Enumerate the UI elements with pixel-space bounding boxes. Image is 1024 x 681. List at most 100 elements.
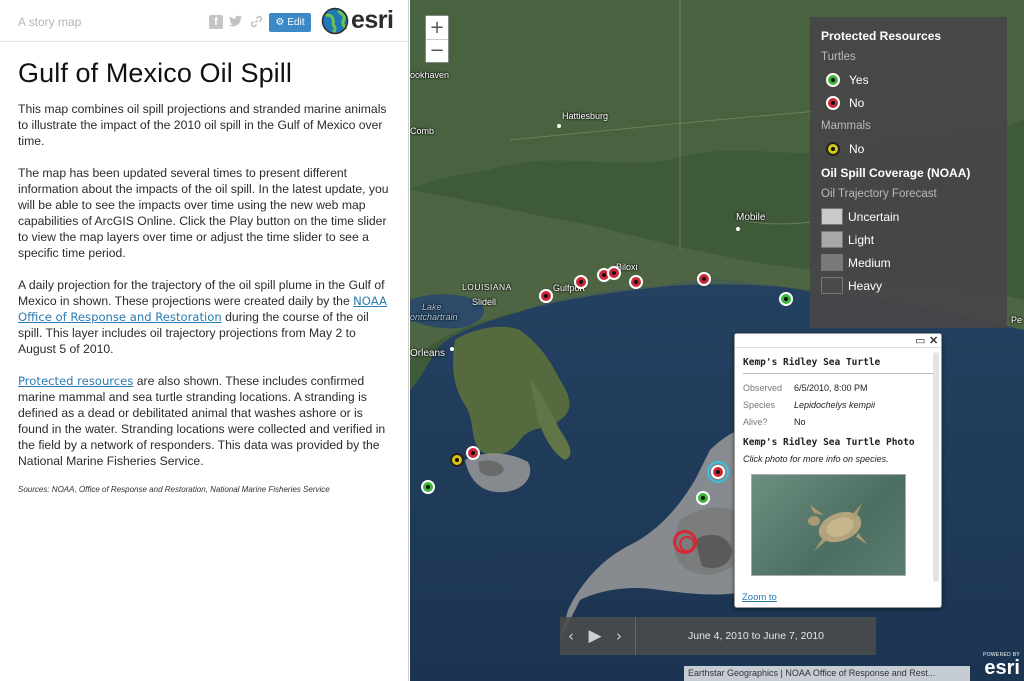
map-attribution: Earthstar Geographics | NOAA Office of R… [684,666,970,681]
popup-media-title: Kemp's Ridley Sea Turtle Photo [743,437,915,448]
side-panel: A story map f ⚙ Edit esri Gulf of Mexico… [0,0,409,681]
edit-label: Edit [287,17,305,28]
place-label-pontchartrain: ontchartrain [410,312,458,322]
attr-label: Species [743,400,776,410]
turtle-green-icon [826,72,840,87]
projection-text-before: A daily projection for the trajectory of… [18,278,385,308]
facebook-icon[interactable]: f [209,15,223,29]
story-map-app: A story map f ⚙ Edit esri Gulf of Mexico… [0,0,1024,681]
turtle-marker[interactable] [696,491,710,505]
gear-icon: ⚙ [275,17,285,28]
legend-row-light: Light [821,228,996,251]
selected-turtle-marker[interactable] [707,461,729,483]
esri-logo[interactable]: esri [321,6,394,35]
map-legend: Protected Resources Turtles Yes No Mamma… [810,17,1007,328]
esri-map-logo: esri [984,657,1020,679]
sources-note: Sources: NOAA, Office of Response and Re… [18,485,330,494]
popup-titlebar: ▭ ✕ [735,334,941,348]
zoom-control: + − [425,15,449,63]
legend-label: Uncertain [848,209,900,224]
popup-caption: Click photo for more info on species. [743,454,889,464]
page-title: Gulf of Mexico Oil Spill [18,58,292,88]
legend-row-medium: Medium [821,251,996,274]
zoom-out-button[interactable]: − [426,39,448,62]
play-button[interactable]: ▶ [584,626,606,646]
turtle-marker[interactable] [539,289,553,303]
legend-row-turtle-yes: Yes [821,68,996,91]
attr-row-species: Species Lepidochelys kempii [743,397,933,414]
paragraph-protected: Protected resources are also shown. Thes… [18,373,390,469]
attr-value: 6/5/2010, 8:00 PM [794,383,868,393]
swatch-medium [821,254,843,271]
feature-popup: ▭ ✕ Kemp's Ridley Sea Turtle Observed 6/… [734,333,942,608]
story-body: Gulf of Mexico Oil Spill This map combin… [0,42,408,494]
legend-label: No [849,95,865,110]
place-label-pe: Pe [1011,315,1023,325]
place-label-lake: Lake [422,302,442,312]
place-label-slidell: Slidell [472,297,497,307]
popup-content: Kemp's Ridley Sea Turtle Observed 6/5/20… [735,348,941,576]
cluster-target-marker[interactable] [673,530,697,554]
globe-icon [321,7,349,34]
city-dot [557,124,561,128]
turtle-marker[interactable] [629,275,643,289]
swatch-uncertain [821,208,843,225]
attr-value: Lepidochelys kempii [794,400,876,410]
turtle-marker[interactable] [466,446,480,460]
city-dot [450,347,454,351]
legend-heading-oil: Oil Spill Coverage (NOAA) [821,166,971,180]
paragraph-projection: A daily projection for the trajectory of… [18,277,390,357]
link-icon[interactable] [249,15,263,29]
legend-row-heavy: Heavy [821,274,996,297]
close-icon[interactable]: ✕ [929,334,938,348]
map-view[interactable]: ookhaven Hattiesburg Comb Mobile Biloxi … [410,0,1024,681]
protected-text: are also shown. These includes confirmed… [18,374,386,468]
attr-value: No [794,417,806,427]
story-header: A story map f ⚙ Edit esri [0,0,408,42]
legend-sub-forecast: Oil Trajectory Forecast [821,188,937,200]
mammal-yellow-icon [826,141,840,156]
powered-by-esri[interactable]: POWERED BY esri [983,652,1020,678]
turtle-photo[interactable] [751,474,906,576]
city-dot [736,227,740,231]
paragraph-updates: The map has been updated several times t… [18,166,389,260]
place-label-hattiesburg: Hattiesburg [562,111,609,121]
legend-label: Light [848,232,875,247]
attr-row-alive: Alive? No [743,414,933,431]
place-label-louisiana: LOUISIANA [462,282,512,292]
protected-resources-link[interactable]: Protected resources [18,374,133,388]
attr-label: Alive? [743,417,768,427]
previous-button[interactable]: ‹ [562,627,580,645]
turtle-marker[interactable] [697,272,711,286]
legend-label: No [849,141,865,156]
turtle-marker[interactable] [779,292,793,306]
swatch-light [821,231,843,248]
legend-sub-turtles: Turtles [821,51,856,63]
place-label-orleans: Orleans [410,348,446,359]
legend-label: Heavy [848,278,883,293]
time-range-label: June 4, 2010 to June 7, 2010 [635,617,876,655]
legend-row-mammal-no: No [821,137,996,160]
attr-row-observed: Observed 6/5/2010, 8:00 PM [743,380,933,397]
maximize-icon[interactable]: ▭ [915,334,925,348]
turtle-marker[interactable] [574,275,588,289]
attr-label: Observed [743,383,783,393]
zoom-to-link[interactable]: Zoom to [742,592,777,603]
twitter-icon[interactable] [229,15,243,29]
time-slider: ‹ ▶ › June 4, 2010 to June 7, 2010 [560,617,876,655]
next-button[interactable]: › [610,627,628,645]
legend-heading-protected: Protected Resources [821,29,942,43]
turtle-marker[interactable] [421,480,435,494]
mammal-marker[interactable] [450,453,464,467]
esri-wordmark: esri [351,6,394,34]
turtle-marker[interactable] [607,266,621,280]
popup-title: Kemp's Ridley Sea Turtle [743,357,933,374]
zoom-in-button[interactable]: + [426,16,448,39]
turtle-red-icon [826,95,840,110]
edit-button[interactable]: ⚙ Edit [269,13,311,32]
swatch-heavy [821,277,843,294]
legend-sub-mammals: Mammals [821,120,871,132]
place-label-mobile: Mobile [736,212,766,223]
popup-scrollbar[interactable] [933,352,939,582]
legend-label: Medium [848,255,891,270]
